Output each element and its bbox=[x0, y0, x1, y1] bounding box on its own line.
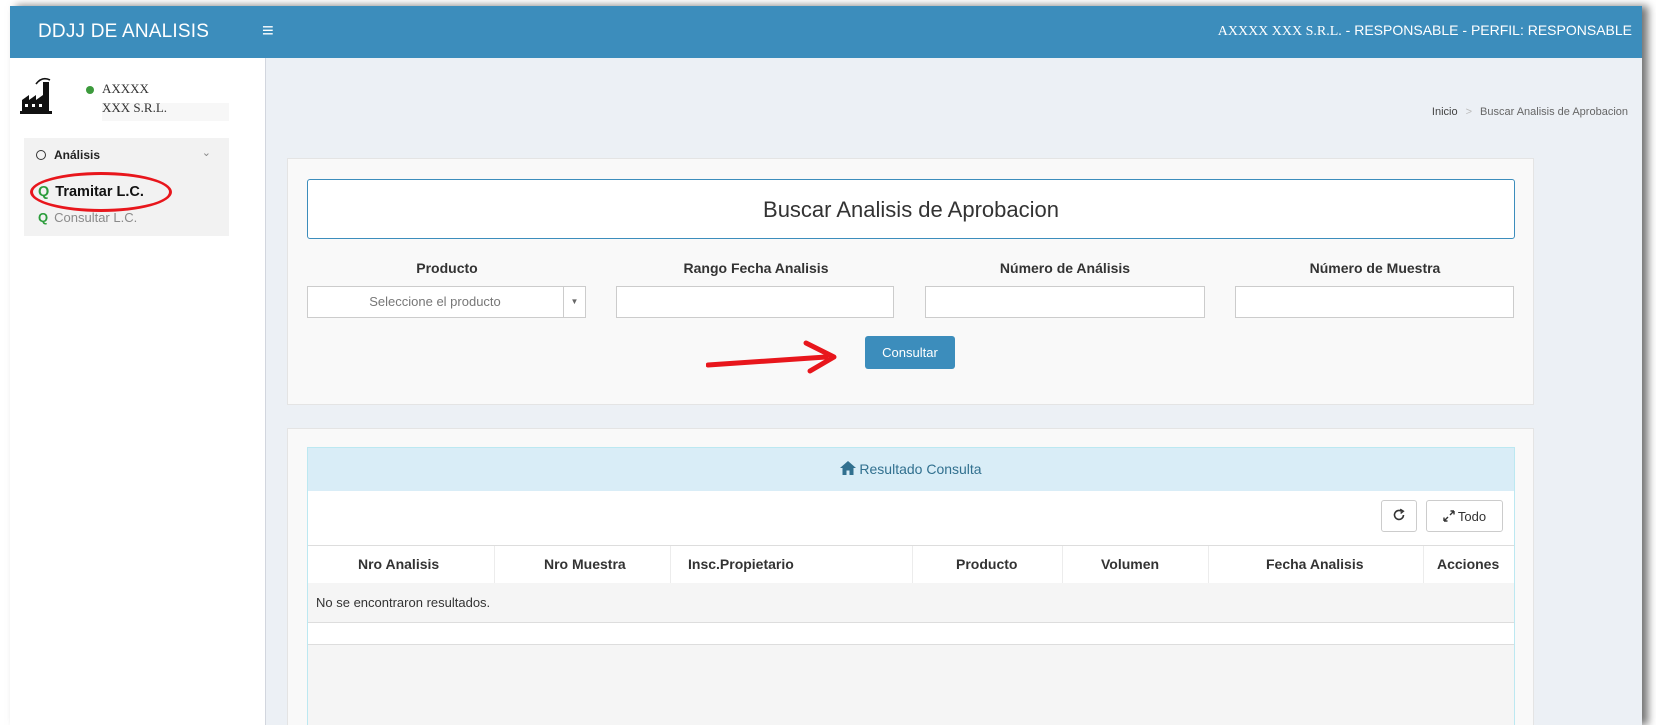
circle-icon bbox=[36, 150, 46, 160]
col-divider bbox=[912, 546, 913, 583]
sidebar: AXXXX XXX S.R.L. Análisis ⌄ Q Tramitar L.… bbox=[10, 58, 266, 725]
col-nro-muestra[interactable]: Nro Muestra bbox=[544, 546, 626, 583]
label-rango-fecha: Rango Fecha Analisis bbox=[683, 260, 829, 276]
table-footer bbox=[308, 644, 1514, 725]
breadcrumb: Inicio > Buscar Analisis de Aprobacion bbox=[1432, 106, 1628, 118]
app-brand[interactable]: DDJJ DE ANALISIS bbox=[38, 21, 209, 43]
numero-analisis-input[interactable] bbox=[925, 286, 1205, 318]
breadcrumb-home[interactable]: Inicio bbox=[1432, 106, 1458, 118]
annotation-arrow-icon bbox=[706, 340, 837, 374]
results-header: Resultado Consulta bbox=[308, 448, 1514, 491]
online-status-dot bbox=[86, 86, 94, 94]
label-numero-muestra: Número de Muestra bbox=[1309, 260, 1441, 276]
col-divider bbox=[1423, 546, 1424, 583]
col-divider bbox=[1062, 546, 1063, 583]
empty-results-row: No se encontraron resultados. bbox=[308, 583, 1514, 623]
hamburger-icon[interactable]: ≡ bbox=[262, 20, 274, 43]
breadcrumb-separator: > bbox=[1465, 106, 1473, 118]
company-line-1: AXXXX bbox=[102, 81, 149, 96]
label-numero-analisis: Número de Análisis bbox=[999, 260, 1131, 276]
col-acciones[interactable]: Acciones bbox=[1437, 546, 1499, 583]
expand-all-button[interactable]: Todo bbox=[1426, 500, 1503, 532]
refresh-button[interactable] bbox=[1381, 500, 1417, 532]
top-navbar: DDJJ DE ANALISIS ≡ AXXXX XXX S.R.L. - RE… bbox=[10, 6, 1642, 58]
col-divider bbox=[494, 546, 495, 583]
numero-muestra-input[interactable] bbox=[1235, 286, 1514, 318]
col-insc-propietario[interactable]: Insc.Propietario bbox=[688, 546, 794, 583]
col-fecha-analisis[interactable]: Fecha Analisis bbox=[1266, 546, 1364, 583]
company-line-2: XXX S.R.L. bbox=[102, 100, 168, 115]
page-title: Buscar Analisis de Aprobacion bbox=[763, 197, 1059, 222]
user-info[interactable]: AXXXX XXX S.R.L. - RESPONSABLE - PERFIL:… bbox=[1218, 22, 1632, 40]
search-icon: Q bbox=[38, 210, 49, 225]
menu-analisis-header[interactable]: Análisis bbox=[36, 148, 100, 162]
producto-select[interactable]: Seleccione el producto ▼ bbox=[307, 286, 586, 318]
results-panel: Resultado Consulta Todo Nro Analisis Nro… bbox=[307, 447, 1515, 725]
app-window: DDJJ DE ANALISIS ≡ AXXXX XXX S.R.L. - RE… bbox=[10, 6, 1642, 725]
search-title-box: Buscar Analisis de Aprobacion bbox=[307, 179, 1515, 239]
user-role: - RESPONSABLE - PERFIL: RESPONSABLE bbox=[1341, 22, 1632, 38]
col-divider bbox=[1208, 546, 1209, 583]
user-company: AXXXX XXX S.R.L. bbox=[1217, 24, 1342, 39]
col-volumen[interactable]: Volumen bbox=[1101, 546, 1159, 583]
consultar-button[interactable]: Consultar bbox=[865, 336, 955, 369]
refresh-icon bbox=[1393, 508, 1405, 520]
company-name: AXXXX XXX S.R.L. bbox=[102, 79, 167, 117]
annotation-ellipse bbox=[30, 172, 172, 212]
label-producto: Producto bbox=[416, 260, 478, 276]
producto-placeholder: Seleccione el producto bbox=[369, 294, 501, 309]
chevron-down-icon[interactable]: ⌄ bbox=[202, 146, 211, 159]
col-nro-analisis[interactable]: Nro Analisis bbox=[358, 546, 439, 583]
expand-icon bbox=[1443, 509, 1455, 522]
menu-analisis-label: Análisis bbox=[54, 148, 101, 162]
table-header: Nro Analisis Nro Muestra Insc.Propietari… bbox=[308, 545, 1514, 583]
rango-fecha-input[interactable] bbox=[616, 286, 894, 318]
factory-icon bbox=[20, 77, 52, 114]
breadcrumb-current: Buscar Analisis de Aprobacion bbox=[1480, 106, 1628, 118]
sidebar-item-consultar[interactable]: Q Consultar L.C. bbox=[38, 210, 137, 225]
expand-all-label: Todo bbox=[1457, 508, 1487, 524]
col-producto[interactable]: Producto bbox=[956, 546, 1017, 583]
sidebar-item-label: Consultar L.C. bbox=[54, 210, 138, 225]
results-title: Resultado Consulta bbox=[859, 461, 982, 477]
home-icon bbox=[840, 461, 857, 475]
dropdown-arrow-icon[interactable]: ▼ bbox=[563, 287, 585, 317]
col-divider bbox=[670, 546, 671, 583]
